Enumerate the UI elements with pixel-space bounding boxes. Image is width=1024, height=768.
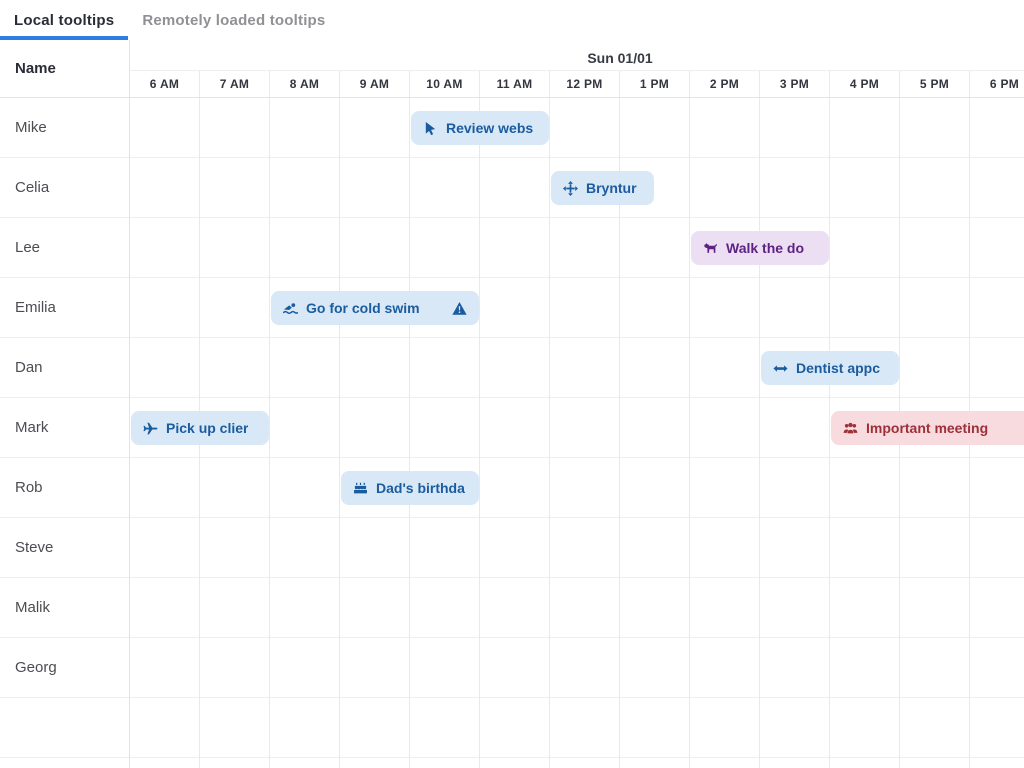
resource-rows: MikeCeliaLeeEmiliaDanMarkRobSteveMalikGe… — [0, 98, 129, 768]
dog-icon — [703, 241, 718, 256]
event-bar[interactable]: Dentist appc — [761, 351, 899, 385]
time-header-cell: 6 AM — [130, 71, 200, 97]
time-header-cell: 4 PM — [830, 71, 900, 97]
time-header-cell: 2 PM — [690, 71, 760, 97]
event-label: Walk the do — [726, 240, 804, 256]
event-label: Bryntur — [586, 180, 637, 196]
time-header-cell: 7 AM — [200, 71, 270, 97]
schedule-body: Review webs Bryntur Walk the do Go for cold… — [130, 98, 1024, 768]
time-header-cell: 6 PM — [970, 71, 1024, 97]
cake-icon — [353, 481, 368, 496]
time-header-cell: 9 AM — [340, 71, 410, 97]
resource-row-celia[interactable]: Celia — [0, 158, 129, 218]
event-bar[interactable]: Important meeting — [831, 411, 1024, 445]
time-axis: 6 AM7 AM8 AM9 AM10 AM11 AM12 PM1 PM2 PM3… — [130, 70, 1024, 98]
swimmer-icon — [283, 301, 298, 316]
warning-icon — [446, 301, 467, 316]
resource-row-empty — [0, 698, 129, 758]
resource-row-steve[interactable]: Steve — [0, 518, 129, 578]
name-column-header: Name — [0, 40, 129, 98]
timeline: Sun 01/01 6 AM7 AM8 AM9 AM10 AM11 AM12 P… — [130, 40, 1024, 768]
resource-row-dan[interactable]: Dan — [0, 338, 129, 398]
resource-row-empty — [0, 758, 129, 768]
time-header-cell: 1 PM — [620, 71, 690, 97]
arrows-h-icon — [773, 361, 788, 376]
time-header-cell: 11 AM — [480, 71, 550, 97]
mouse-pointer-icon — [423, 121, 438, 136]
event-bar[interactable]: Bryntur — [551, 171, 654, 205]
move-icon — [563, 181, 578, 196]
resource-column: Name MikeCeliaLeeEmiliaDanMarkRobSteveMa… — [0, 40, 130, 768]
time-header-cell: 10 AM — [410, 71, 480, 97]
scheduler-app: Local tooltips Remotely loaded tooltips … — [0, 0, 1024, 768]
time-header-cell: 8 AM — [270, 71, 340, 97]
event-label: Dentist appc — [796, 360, 880, 376]
tab-local-tooltips[interactable]: Local tooltips — [0, 0, 128, 40]
event-label: Review webs — [446, 120, 533, 136]
event-bar[interactable]: Pick up clier — [131, 411, 269, 445]
event-label: Dad's birthda — [376, 480, 465, 496]
resource-row-lee[interactable]: Lee — [0, 218, 129, 278]
resource-row-georg[interactable]: Georg — [0, 638, 129, 698]
event-label: Important meeting — [866, 420, 988, 436]
time-header-cell: 3 PM — [760, 71, 830, 97]
users-icon — [843, 421, 858, 436]
tab-remote-tooltips[interactable]: Remotely loaded tooltips — [128, 0, 339, 40]
scheduler: Name MikeCeliaLeeEmiliaDanMarkRobSteveMa… — [0, 40, 1024, 768]
tab-bar: Local tooltips Remotely loaded tooltips — [0, 0, 1024, 40]
plane-icon — [143, 421, 158, 436]
event-bar[interactable]: Dad's birthda — [341, 471, 479, 505]
resource-row-malik[interactable]: Malik — [0, 578, 129, 638]
resource-row-mike[interactable]: Mike — [0, 98, 129, 158]
resource-row-mark[interactable]: Mark — [0, 398, 129, 458]
time-header-cell: 5 PM — [900, 71, 970, 97]
event-bar[interactable]: Walk the do — [691, 231, 829, 265]
event-bar[interactable]: Go for cold swim — [271, 291, 479, 325]
event-label: Pick up clier — [166, 420, 248, 436]
resource-row-rob[interactable]: Rob — [0, 458, 129, 518]
resource-row-emilia[interactable]: Emilia — [0, 278, 129, 338]
event-label: Go for cold swim — [306, 300, 420, 316]
time-header-cell: 12 PM — [550, 71, 620, 97]
date-header: Sun 01/01 — [130, 40, 1024, 70]
event-bar[interactable]: Review webs — [411, 111, 549, 145]
